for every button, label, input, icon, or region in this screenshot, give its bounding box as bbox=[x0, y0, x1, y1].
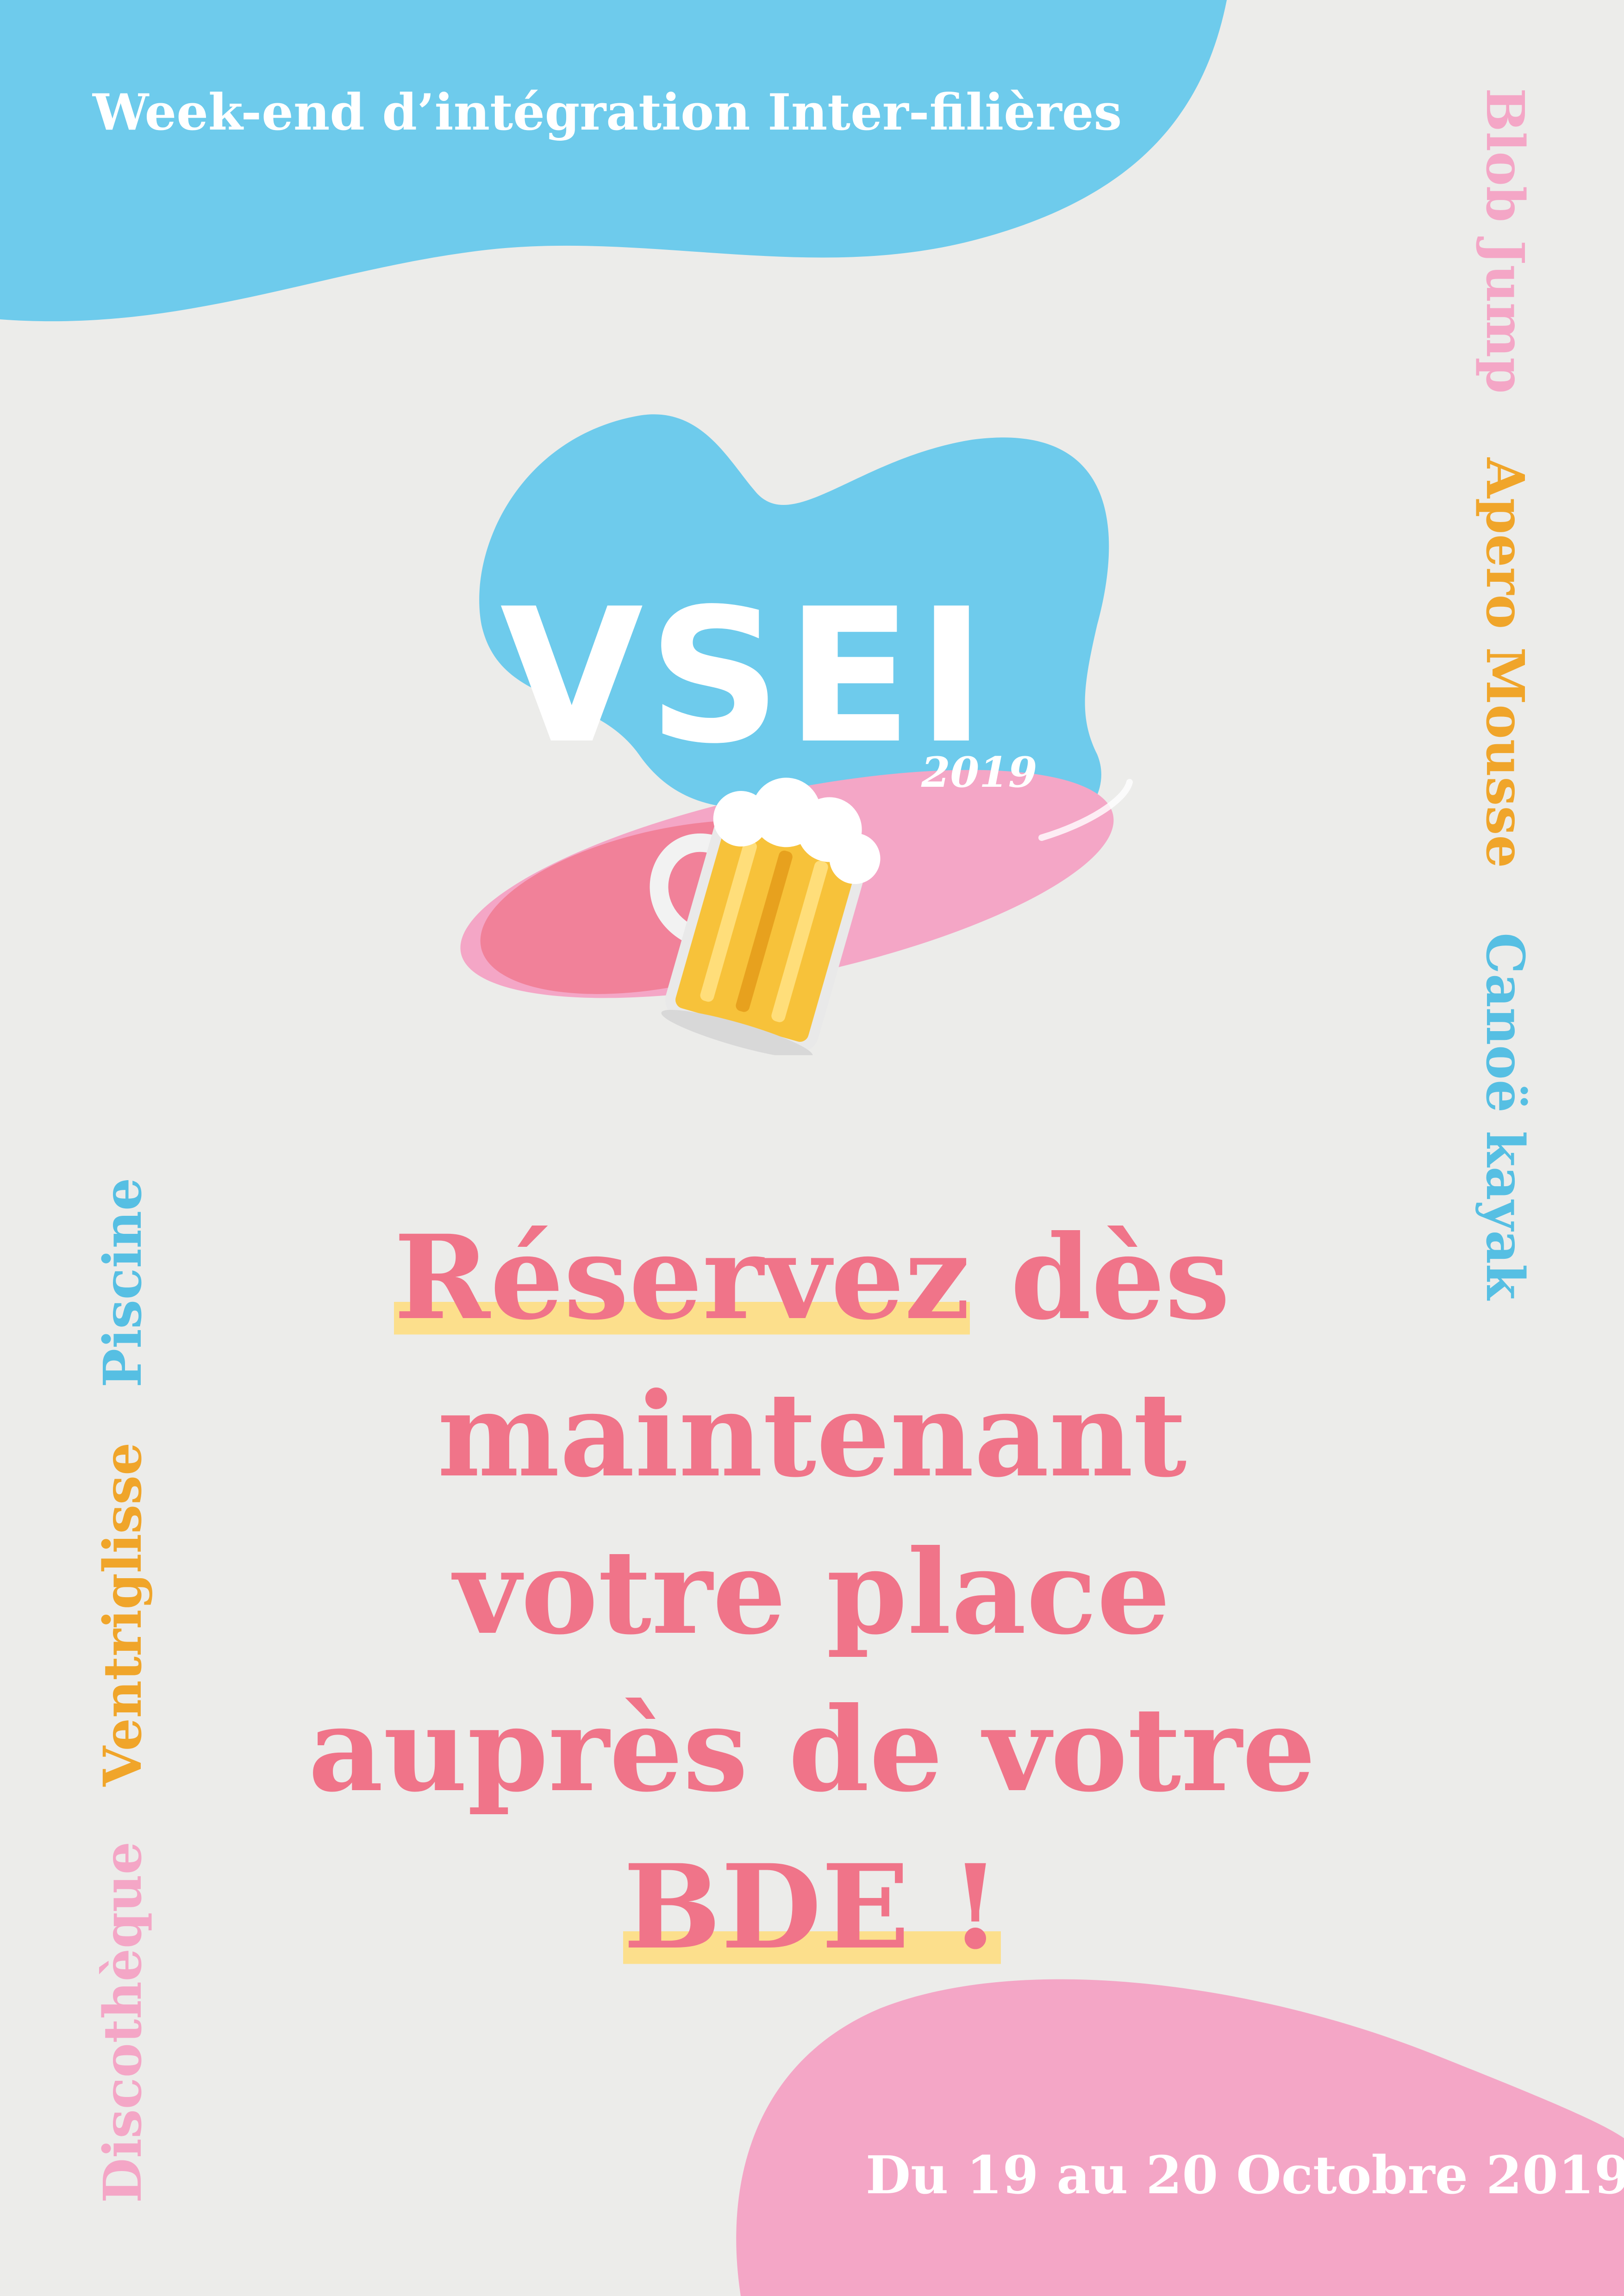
activity-ventriglisse: Ventriglisse bbox=[93, 1442, 153, 1786]
activity-discotheque: Discothèque bbox=[93, 1841, 153, 2203]
event-date: Du 19 au 20 Octobre 2019 bbox=[866, 2145, 1624, 2206]
activities-right: Blob Jump Apero Mousse Canoë kayak bbox=[1474, 88, 1535, 1346]
activities-left: Discothèque Ventriglisse Piscine bbox=[93, 1177, 153, 2203]
headline-highlight-2: BDE ! bbox=[623, 1839, 1001, 1975]
headline: Réservez dès maintenant votre place aupr… bbox=[256, 1199, 1368, 1985]
logo-year: 2019 bbox=[921, 748, 1037, 797]
vsei-logo: VSEI 2019 bbox=[460, 414, 1133, 1055]
activity-canoe-kayak: Canoë kayak bbox=[1474, 933, 1535, 1300]
activity-piscine: Piscine bbox=[93, 1177, 153, 1388]
headline-highlight-1: Réservez bbox=[394, 1209, 970, 1345]
activity-apero-mousse: Apero Mousse bbox=[1474, 458, 1535, 869]
event-title: Week-end d’intégration Inter-filières bbox=[93, 83, 1122, 142]
logo-letters: VSEI bbox=[500, 569, 991, 784]
activity-blob-jump: Blob Jump bbox=[1474, 88, 1535, 394]
